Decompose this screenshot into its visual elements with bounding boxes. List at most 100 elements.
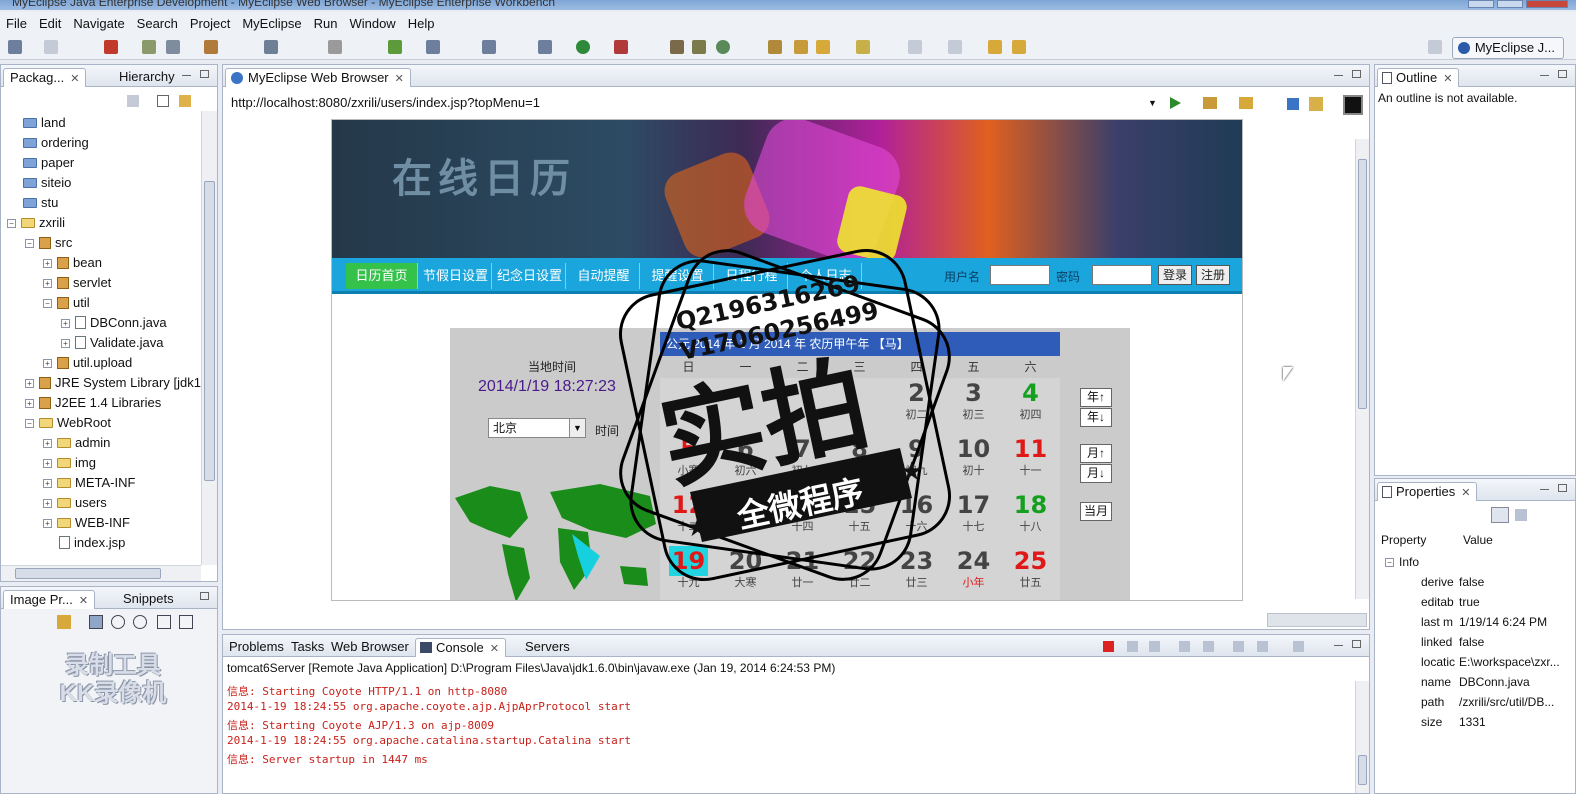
close-icon[interactable]: ✕ <box>1443 73 1452 85</box>
close-icon[interactable]: ✕ <box>395 73 404 85</box>
maximize-button[interactable] <box>1497 0 1523 8</box>
collapse-all-icon[interactable] <box>157 95 169 107</box>
expand-icon[interactable]: + <box>25 379 34 388</box>
tab-snippets[interactable]: Snippets <box>117 590 180 609</box>
prop-value[interactable]: E:\workspace\zxr... <box>1459 655 1560 669</box>
tree-horizontal-scrollbar[interactable] <box>1 565 201 581</box>
debug-icon[interactable] <box>538 40 552 54</box>
server-icon[interactable] <box>142 40 156 54</box>
new-java-icon[interactable] <box>670 40 684 54</box>
prop-value[interactable]: DBConn.java <box>1459 675 1530 689</box>
day-cell[interactable]: 17 十七 <box>945 490 1002 546</box>
menu-myeclipse[interactable]: MyEclipse <box>236 16 307 31</box>
scroll-thumb[interactable] <box>204 181 215 481</box>
nav-home[interactable]: 日历首页 <box>346 263 418 289</box>
current-month-button[interactable]: 当月 <box>1080 502 1112 521</box>
day-cell[interactable]: 12 十二 <box>660 490 717 546</box>
tree-item-zxrili[interactable]: − zxrili <box>7 213 65 233</box>
maximize-icon[interactable] <box>200 70 209 78</box>
fit-icon[interactable] <box>89 615 103 629</box>
tree-item-validate[interactable]: + Validate.java <box>61 333 163 353</box>
open-resource-icon[interactable] <box>768 40 782 54</box>
page-vertical-scrollbar[interactable] <box>1355 139 1369 599</box>
day-cell[interactable]: 3 初三 <box>945 378 1002 434</box>
tree-item-img[interactable]: + img <box>43 453 96 473</box>
scroll-thumb[interactable] <box>1358 755 1367 785</box>
expand-icon[interactable]: + <box>43 259 52 268</box>
minimize-icon[interactable] <box>1334 75 1343 77</box>
tree-item-index-jsp[interactable]: index.jsp <box>59 533 125 551</box>
new-package-icon[interactable] <box>716 40 730 54</box>
tree-item-meta-inf[interactable]: + META-INF <box>43 473 135 493</box>
expand-icon[interactable]: + <box>43 279 52 288</box>
day-cell[interactable]: 13 十三 <box>717 490 774 546</box>
expand-icon[interactable]: + <box>43 479 52 488</box>
tab-web-browser[interactable]: MyEclipse Web Browser ✕ <box>225 68 411 87</box>
day-cell[interactable]: 18 十八 <box>1002 490 1059 546</box>
day-cell[interactable]: 20 大寒 <box>717 546 774 600</box>
stop-server-icon[interactable] <box>166 40 180 54</box>
close-button[interactable] <box>1526 0 1568 8</box>
url-dropdown-icon[interactable]: ▼ <box>1148 98 1157 108</box>
go-icon[interactable] <box>1170 97 1181 109</box>
register-button[interactable]: 注册 <box>1196 265 1231 285</box>
console-vertical-scrollbar[interactable] <box>1355 681 1369 793</box>
tab-image-preview[interactable]: Image Pr... ✕ <box>3 590 96 609</box>
day-cell[interactable]: 16 十六 <box>888 490 945 546</box>
password-input[interactable] <box>1092 265 1152 285</box>
menu-navigate[interactable]: Navigate <box>67 16 130 31</box>
terminate-icon[interactable] <box>1103 641 1114 652</box>
prop-value[interactable]: /zxrili/src/util/DB... <box>1459 695 1554 709</box>
tree-item-land[interactable]: land <box>23 113 66 133</box>
minimize-icon[interactable] <box>1334 645 1343 647</box>
day-cell[interactable]: 22 廿二 <box>831 546 888 600</box>
tree-item-util-upload[interactable]: + util.upload <box>43 353 132 373</box>
city-select[interactable]: 北京 ▼ <box>488 418 586 438</box>
tab-servers[interactable]: Servers <box>519 638 576 657</box>
rotate-icon[interactable] <box>179 615 193 629</box>
minimize-icon[interactable] <box>1540 489 1549 491</box>
next-annotation-icon[interactable] <box>856 40 870 54</box>
stop-icon[interactable] <box>1287 98 1299 110</box>
expand-icon[interactable]: + <box>43 459 52 468</box>
expand-icon[interactable]: + <box>43 359 52 368</box>
menu-window[interactable]: Window <box>343 16 401 31</box>
tree-item-servlet[interactable]: + servlet <box>43 273 111 293</box>
back-history-icon[interactable] <box>948 40 962 54</box>
prop-value[interactable]: true <box>1459 595 1480 609</box>
minimize-button[interactable] <box>1468 0 1494 8</box>
tab-properties[interactable]: Properties ✕ <box>1377 482 1478 501</box>
day-cell[interactable]: 4 初四 <box>1002 378 1059 434</box>
day-cell[interactable]: 25 廿五 <box>1002 546 1059 600</box>
info-group[interactable]: − Info <box>1385 555 1419 569</box>
back-icon[interactable] <box>127 95 139 107</box>
forward-icon[interactable] <box>1012 40 1026 54</box>
maximize-icon[interactable] <box>200 592 209 600</box>
deploy-icon[interactable] <box>104 40 118 54</box>
maximize-icon[interactable] <box>1352 70 1361 78</box>
day-cell-today[interactable]: 19 十九 <box>660 546 717 600</box>
day-cell[interactable]: 5 小寒 <box>660 434 717 490</box>
refresh-icon[interactable] <box>388 40 402 54</box>
maximize-icon[interactable] <box>1558 70 1567 78</box>
collapse-icon[interactable]: − <box>1385 558 1394 567</box>
prop-value[interactable]: false <box>1459 635 1484 649</box>
run-icon[interactable] <box>576 40 590 54</box>
back-icon[interactable] <box>988 40 1002 54</box>
menu-project[interactable]: Project <box>184 16 236 31</box>
external-tools-icon[interactable] <box>614 40 628 54</box>
day-cell[interactable]: 7 初七 <box>774 434 831 490</box>
tree-vertical-scrollbar[interactable] <box>201 111 217 565</box>
tree-item-ordering[interactable]: ordering <box>23 133 89 153</box>
close-icon[interactable]: ✕ <box>1461 487 1470 499</box>
day-cell[interactable]: 9 初九 <box>888 434 945 490</box>
expand-icon[interactable]: + <box>25 399 34 408</box>
tree-item-siteio[interactable]: siteio <box>23 173 71 193</box>
maximize-icon[interactable] <box>1558 484 1567 492</box>
login-button[interactable]: 登录 <box>1158 265 1193 285</box>
annotation-icon[interactable] <box>816 40 830 54</box>
tab-package-explorer[interactable]: Packag... ✕ <box>3 68 87 87</box>
tab-problems[interactable]: Problems <box>223 638 290 657</box>
prop-value[interactable]: 1/19/14 6:24 PM <box>1459 615 1547 629</box>
month-up-button[interactable]: 月↑ <box>1080 444 1112 463</box>
